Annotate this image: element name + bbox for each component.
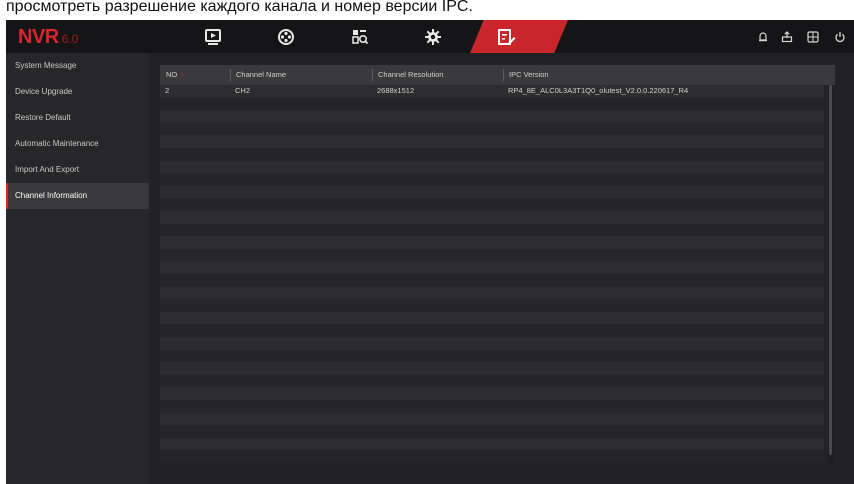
table-row	[160, 450, 824, 463]
alarm-icon[interactable]	[755, 29, 771, 45]
settings-gear-icon[interactable]	[422, 26, 444, 48]
table-row	[160, 185, 824, 199]
table-row	[160, 387, 824, 400]
table-cell: CH2	[235, 86, 251, 95]
table-row	[160, 412, 824, 426]
table-row	[160, 286, 824, 300]
table-body: 2 CH2 2688x1512 RP4_8E_ALC0L3A3T1Q0_olutest…	[160, 85, 824, 465]
table-row	[160, 274, 824, 287]
table-row	[160, 299, 824, 312]
table-row	[160, 198, 824, 211]
table-row	[160, 236, 824, 249]
search-icon[interactable]	[349, 26, 371, 48]
table-row	[160, 248, 824, 262]
sidebar-item-import-export[interactable]: Import And Export	[6, 157, 149, 183]
table-row[interactable]: 2 CH2 2688x1512 RP4_8E_ALC0L3A3T1Q0_olutest…	[160, 85, 824, 98]
table-row	[160, 160, 824, 174]
channel-icon[interactable]	[275, 26, 297, 48]
tab-maintenance-active[interactable]	[470, 20, 568, 53]
table-row	[160, 148, 824, 161]
table-row	[160, 324, 824, 337]
column-header-label: NO	[166, 70, 178, 79]
scrollbar-thumb[interactable]	[829, 85, 832, 455]
table-row	[160, 425, 824, 438]
backup-icon[interactable]	[779, 29, 795, 45]
table-row	[160, 110, 824, 123]
maintenance-icon[interactable]	[496, 26, 518, 48]
sidebar-item-channel-information[interactable]: Channel Information	[6, 183, 149, 209]
sidebar: System Message Device Upgrade Restore De…	[6, 53, 149, 484]
logo-brand: NVR	[18, 26, 59, 48]
power-icon[interactable]	[832, 29, 848, 45]
top-navigation-bar: NVR 6.0	[6, 20, 854, 53]
sidebar-item-device-upgrade[interactable]: Device Upgrade	[6, 79, 149, 105]
table-header: NO ↑ Channel Name Channel Resolution IPC …	[160, 65, 835, 85]
table-row	[160, 311, 824, 325]
sidebar-item-restore-default[interactable]: Restore Default	[6, 105, 149, 131]
table-row	[160, 362, 824, 375]
main-content: NO ↑ Channel Name Channel Resolution IPC …	[149, 53, 854, 484]
table-cell: 2688x1512	[377, 86, 415, 95]
table-cell: 2	[165, 86, 170, 95]
table-row	[160, 122, 824, 136]
playback-icon[interactable]	[202, 26, 224, 48]
page-caption: просмотреть разрешение каждого канала и …	[0, 0, 854, 22]
column-header-no[interactable]: NO ↑	[160, 65, 230, 85]
table-row	[160, 261, 824, 274]
table-row	[160, 223, 824, 237]
sidebar-item-automatic-maintenance[interactable]: Automatic Maintenance	[6, 131, 149, 157]
sort-ascending-icon: ↑	[180, 70, 184, 79]
column-header-ipc-version[interactable]: IPC Version	[503, 65, 835, 85]
column-header-channel-name[interactable]: Channel Name	[230, 65, 372, 85]
table-row	[160, 337, 824, 350]
nvr-logo: NVR 6.0	[18, 26, 78, 48]
column-header-channel-resolution[interactable]: Channel Resolution	[372, 65, 503, 85]
table-cell: RP4_8E_ALC0L3A3T1Q0_olutest_V2.0.0.22061…	[508, 86, 689, 95]
table-row	[160, 97, 824, 111]
table-row	[160, 135, 824, 148]
nvr-app-window: NVR 6.0 System Message Device Upgrade Re…	[6, 20, 854, 484]
sidebar-item-system-message[interactable]: System Message	[6, 53, 149, 79]
table-row	[160, 437, 824, 451]
layout-icon[interactable]	[805, 29, 821, 45]
channel-info-table: NO ↑ Channel Name Channel Resolution IPC …	[160, 65, 835, 465]
table-row	[160, 173, 824, 186]
table-row	[160, 374, 824, 388]
table-row	[160, 349, 824, 363]
table-row	[160, 400, 824, 413]
logo-version: 6.0	[61, 32, 79, 46]
table-scrollbar[interactable]	[828, 85, 833, 465]
table-row	[160, 211, 824, 224]
